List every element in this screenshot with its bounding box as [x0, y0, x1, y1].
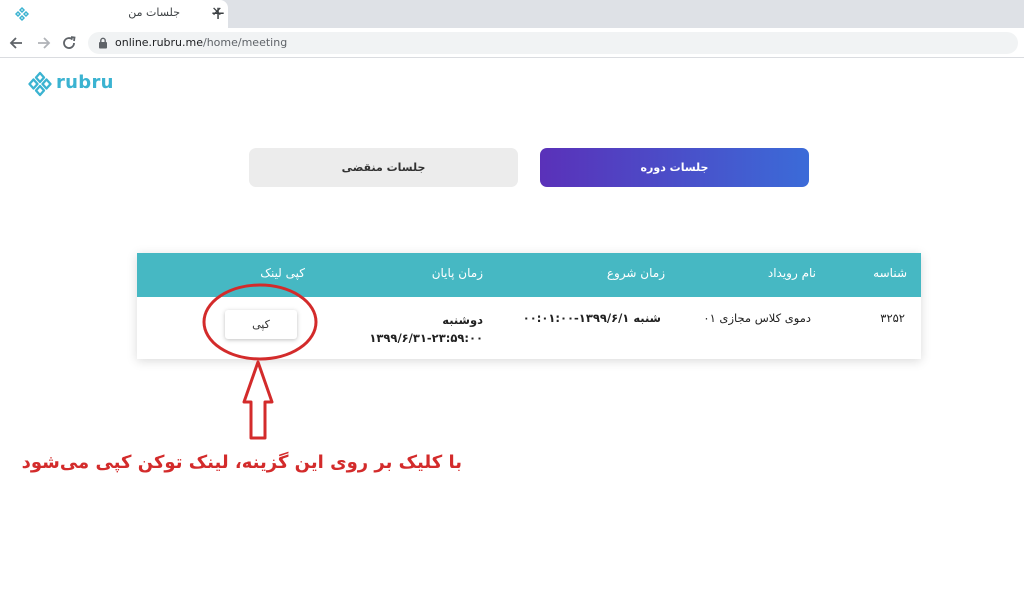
column-header-start-time: زمان شروع [606, 266, 665, 280]
column-header-end-time: زمان پایان [431, 266, 483, 280]
browser-tabstrip: جلسات من ✕ + [0, 0, 1024, 28]
rubru-logo-icon [28, 71, 52, 97]
reload-icon[interactable] [59, 33, 79, 53]
browser-toolbar: online.rubru.me/home/meeting [0, 28, 1024, 58]
cell-event-name: دموی کلاس مجازی ۰۱ [703, 311, 811, 325]
lock-icon [99, 37, 107, 49]
cell-start-time: شنبه ۱۳۹۹/۶/۱-۰۰:۰۱:۰۰ [522, 311, 661, 325]
column-header-copy-link: کپی لینک [260, 266, 305, 280]
logo-text: rubru [56, 72, 114, 93]
cell-end-day: دوشنبه [442, 313, 483, 327]
meetings-table: شناسه نام رویداد زمان شروع زمان پایان کپ… [137, 253, 921, 359]
url-host: online.rubru.me [115, 36, 203, 49]
course-sessions-tab[interactable]: جلسات دوره [540, 148, 809, 187]
address-bar[interactable]: online.rubru.me/home/meeting [88, 32, 1018, 54]
expired-sessions-tab[interactable]: جلسات منقضی [249, 148, 518, 187]
column-header-id: شناسه [873, 266, 907, 280]
cell-end-time: ۱۳۹۹/۶/۳۱-۲۳:۵۹:۰۰ [369, 331, 483, 345]
cell-id: ۳۲۵۲ [880, 311, 905, 325]
tab-title: جلسات من [128, 6, 180, 19]
annotation-up-arrow-icon [242, 360, 274, 440]
back-arrow-icon[interactable] [7, 33, 27, 53]
browser-tab[interactable]: جلسات من ✕ [0, 0, 228, 28]
column-header-event-name: نام رویداد [767, 266, 816, 280]
annotation-caption: با کلیک بر روی این گزینه، لینک توکن کپی … [21, 452, 462, 473]
rubru-favicon-icon [14, 6, 30, 22]
copy-link-button[interactable]: کپی [225, 310, 297, 339]
new-tab-button[interactable]: + [207, 4, 229, 24]
url-text: online.rubru.me/home/meeting [115, 36, 287, 49]
url-path: /home/meeting [203, 36, 288, 49]
forward-arrow-icon[interactable] [33, 33, 53, 53]
table-header: شناسه نام رویداد زمان شروع زمان پایان کپ… [137, 253, 921, 297]
